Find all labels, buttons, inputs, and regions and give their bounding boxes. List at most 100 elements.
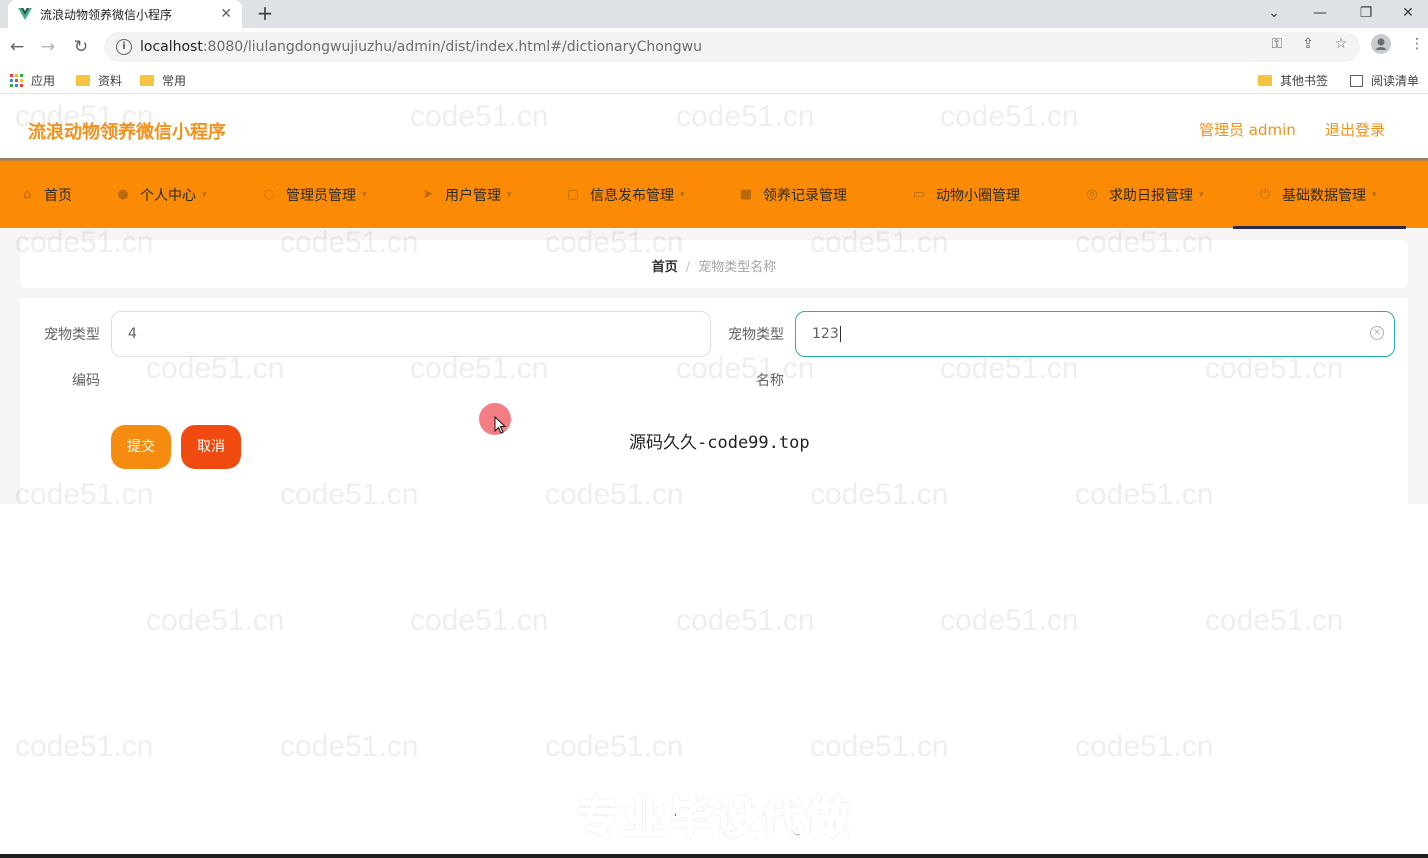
breadcrumb-home[interactable]: 首页 bbox=[652, 260, 678, 275]
nav-label: 管理员管理 bbox=[286, 187, 356, 204]
star-icon[interactable]: ☆ bbox=[1332, 36, 1350, 52]
mouse-pointer-icon bbox=[494, 415, 507, 438]
watermark: code51.cn bbox=[940, 604, 1079, 637]
chevron-down-icon: ▾ bbox=[680, 189, 685, 200]
calendar-icon: ▢ bbox=[566, 186, 580, 202]
browser-tabstrip: 流浪动物领养微信小程序 ✕ + ⌄ — ❐ ✕ bbox=[0, 0, 1428, 28]
tab-search-icon[interactable]: ⌄ bbox=[1251, 0, 1297, 28]
bookmark-other[interactable]: 其他书签 bbox=[1258, 72, 1328, 89]
watermark: code51.cn bbox=[1205, 604, 1344, 637]
pet-type-name-value: 123 bbox=[812, 326, 839, 342]
folder-icon bbox=[140, 75, 154, 86]
nav-label: 首页 bbox=[44, 187, 72, 204]
nav-item-adoption[interactable]: ■ 领养记录管理 bbox=[739, 161, 847, 228]
field-code-label: 宠物类型 bbox=[44, 327, 100, 343]
pet-type-name-input[interactable]: 123 ✕ bbox=[795, 311, 1395, 357]
url-path: :8080/liulangdongwujiuzhu/admin/dist/ind… bbox=[202, 39, 702, 55]
field-name-label: 宠物类型 bbox=[728, 327, 784, 343]
send-icon: ➤ bbox=[422, 186, 434, 202]
bookmark-reading-list[interactable]: 阅读清单 bbox=[1350, 72, 1419, 89]
apps-icon bbox=[10, 74, 23, 87]
watermark: code51.cn bbox=[15, 730, 154, 763]
new-tab-icon[interactable]: + bbox=[254, 1, 276, 27]
nav-label: 动物小圈管理 bbox=[936, 187, 1020, 204]
url-host: localhost bbox=[140, 39, 203, 55]
forward-icon[interactable]: → bbox=[37, 36, 59, 58]
taskbar-edge bbox=[0, 854, 1428, 858]
bookmarks-bar: 应用 资料 常用 其他书签 阅读清单 bbox=[0, 66, 1428, 94]
watermark: code51.cn bbox=[676, 604, 815, 637]
pet-type-code-value: 4 bbox=[128, 326, 137, 342]
address-bar[interactable]: i localhost:8080/liulangdongwujiuzhu/adm… bbox=[104, 32, 1360, 62]
profile-avatar-icon[interactable] bbox=[1371, 34, 1391, 58]
close-tab-icon[interactable]: ✕ bbox=[220, 6, 232, 22]
nav-label: 求助日报管理 bbox=[1109, 187, 1193, 204]
help-icon: ◎ bbox=[1086, 186, 1098, 202]
promo-banner-text: 专业毕设代做 bbox=[575, 792, 852, 845]
window-close-icon[interactable]: ✕ bbox=[1385, 0, 1428, 28]
bookmark-changyong[interactable]: 常用 bbox=[140, 72, 186, 89]
restore-icon[interactable]: ❐ bbox=[1343, 0, 1389, 28]
key-icon[interactable]: ⚿ bbox=[1268, 36, 1286, 52]
browser-tab-title: 流浪动物领养微信小程序 bbox=[40, 7, 173, 22]
reading-list-icon bbox=[1350, 74, 1363, 87]
nav-item-users[interactable]: ➤ 用户管理 ▾ bbox=[421, 161, 512, 228]
breadcrumb: 首页 / 宠物类型名称 bbox=[20, 256, 1408, 275]
bookmark-label: 阅读清单 bbox=[1371, 74, 1420, 88]
card-icon: ▭ bbox=[912, 186, 926, 202]
watermark: code51.cn bbox=[280, 730, 419, 763]
pet-type-code-input[interactable]: 4 bbox=[111, 311, 711, 357]
reload-icon[interactable]: ↻ bbox=[70, 36, 92, 58]
admin-label: 管理员 admin bbox=[1199, 121, 1296, 139]
site-info-icon[interactable]: i bbox=[116, 39, 132, 55]
folder-icon bbox=[76, 75, 90, 86]
nav-item-help-daily[interactable]: ◎ 求助日报管理 ▾ bbox=[1085, 161, 1203, 228]
bookmark-label: 应用 bbox=[31, 74, 56, 88]
nav-item-home[interactable]: ⌂ 首页 bbox=[20, 161, 72, 228]
nav-label: 用户管理 bbox=[445, 187, 501, 204]
chevron-down-icon: ▾ bbox=[362, 189, 367, 200]
share-icon[interactable]: ⇪ bbox=[1299, 36, 1317, 52]
browser-toolbar: ← → ↻ i localhost:8080/liulangdongwujiuz… bbox=[0, 28, 1428, 66]
nav-item-basic-data[interactable]: ⏻ 基础数据管理 ▾ bbox=[1258, 161, 1377, 228]
home-icon: ⌂ bbox=[22, 186, 32, 202]
field-name-label-line2: 名称 bbox=[756, 373, 784, 389]
menu-dots-icon[interactable]: ⋮ bbox=[1408, 36, 1426, 52]
breadcrumb-current: 宠物类型名称 bbox=[698, 260, 777, 275]
nav-item-circle[interactable]: ▭ 动物小圈管理 bbox=[912, 161, 1020, 228]
minimize-icon[interactable]: — bbox=[1297, 0, 1343, 28]
bookmark-label: 资料 bbox=[98, 74, 123, 88]
watermark: code51.cn bbox=[545, 730, 684, 763]
source-watermark-text: 源码久久-code99.top bbox=[629, 433, 810, 453]
submit-button[interactable]: 提交 bbox=[111, 425, 171, 469]
watermark: code51.cn bbox=[810, 730, 949, 763]
vue-logo-icon bbox=[18, 8, 32, 20]
watermark: code51.cn bbox=[1075, 730, 1214, 763]
cancel-button[interactable]: 取消 bbox=[181, 425, 241, 469]
chevron-down-icon: ▾ bbox=[202, 189, 207, 200]
nav-item-info-publish[interactable]: ▢ 信息发布管理 ▾ bbox=[566, 161, 685, 228]
browser-tab[interactable]: 流浪动物领养微信小程序 ✕ bbox=[8, 0, 242, 28]
mic-icon: ◌ bbox=[263, 186, 275, 202]
bookmark-label: 其他书签 bbox=[1280, 74, 1329, 88]
nav-item-personal[interactable]: ● 个人中心 ▾ bbox=[116, 161, 207, 228]
clear-input-icon[interactable]: ✕ bbox=[1370, 326, 1384, 340]
app-title: 流浪动物领养微信小程序 bbox=[28, 122, 226, 143]
nav-item-admin[interactable]: ◌ 管理员管理 ▾ bbox=[262, 161, 367, 228]
nav-label: 信息发布管理 bbox=[590, 187, 674, 204]
chat-icon: ■ bbox=[739, 186, 753, 202]
folder-icon bbox=[1258, 75, 1272, 86]
chevron-down-icon: ▾ bbox=[1372, 189, 1377, 200]
back-icon[interactable]: ← bbox=[6, 36, 28, 58]
watermark: code51.cn bbox=[410, 604, 549, 637]
bookmark-label: 常用 bbox=[162, 74, 187, 88]
breadcrumb-separator: / bbox=[685, 260, 691, 275]
logout-link[interactable]: 退出登录 bbox=[1325, 119, 1385, 140]
watermark: code51.cn bbox=[146, 604, 285, 637]
breadcrumb-card: 首页 / 宠物类型名称 bbox=[20, 240, 1408, 288]
chevron-down-icon: ▾ bbox=[507, 189, 512, 200]
text-cursor bbox=[839, 326, 841, 342]
bookmark-ziliao[interactable]: 资料 bbox=[76, 72, 122, 89]
user-icon: ● bbox=[117, 186, 129, 202]
bookmark-apps[interactable]: 应用 bbox=[10, 72, 55, 89]
